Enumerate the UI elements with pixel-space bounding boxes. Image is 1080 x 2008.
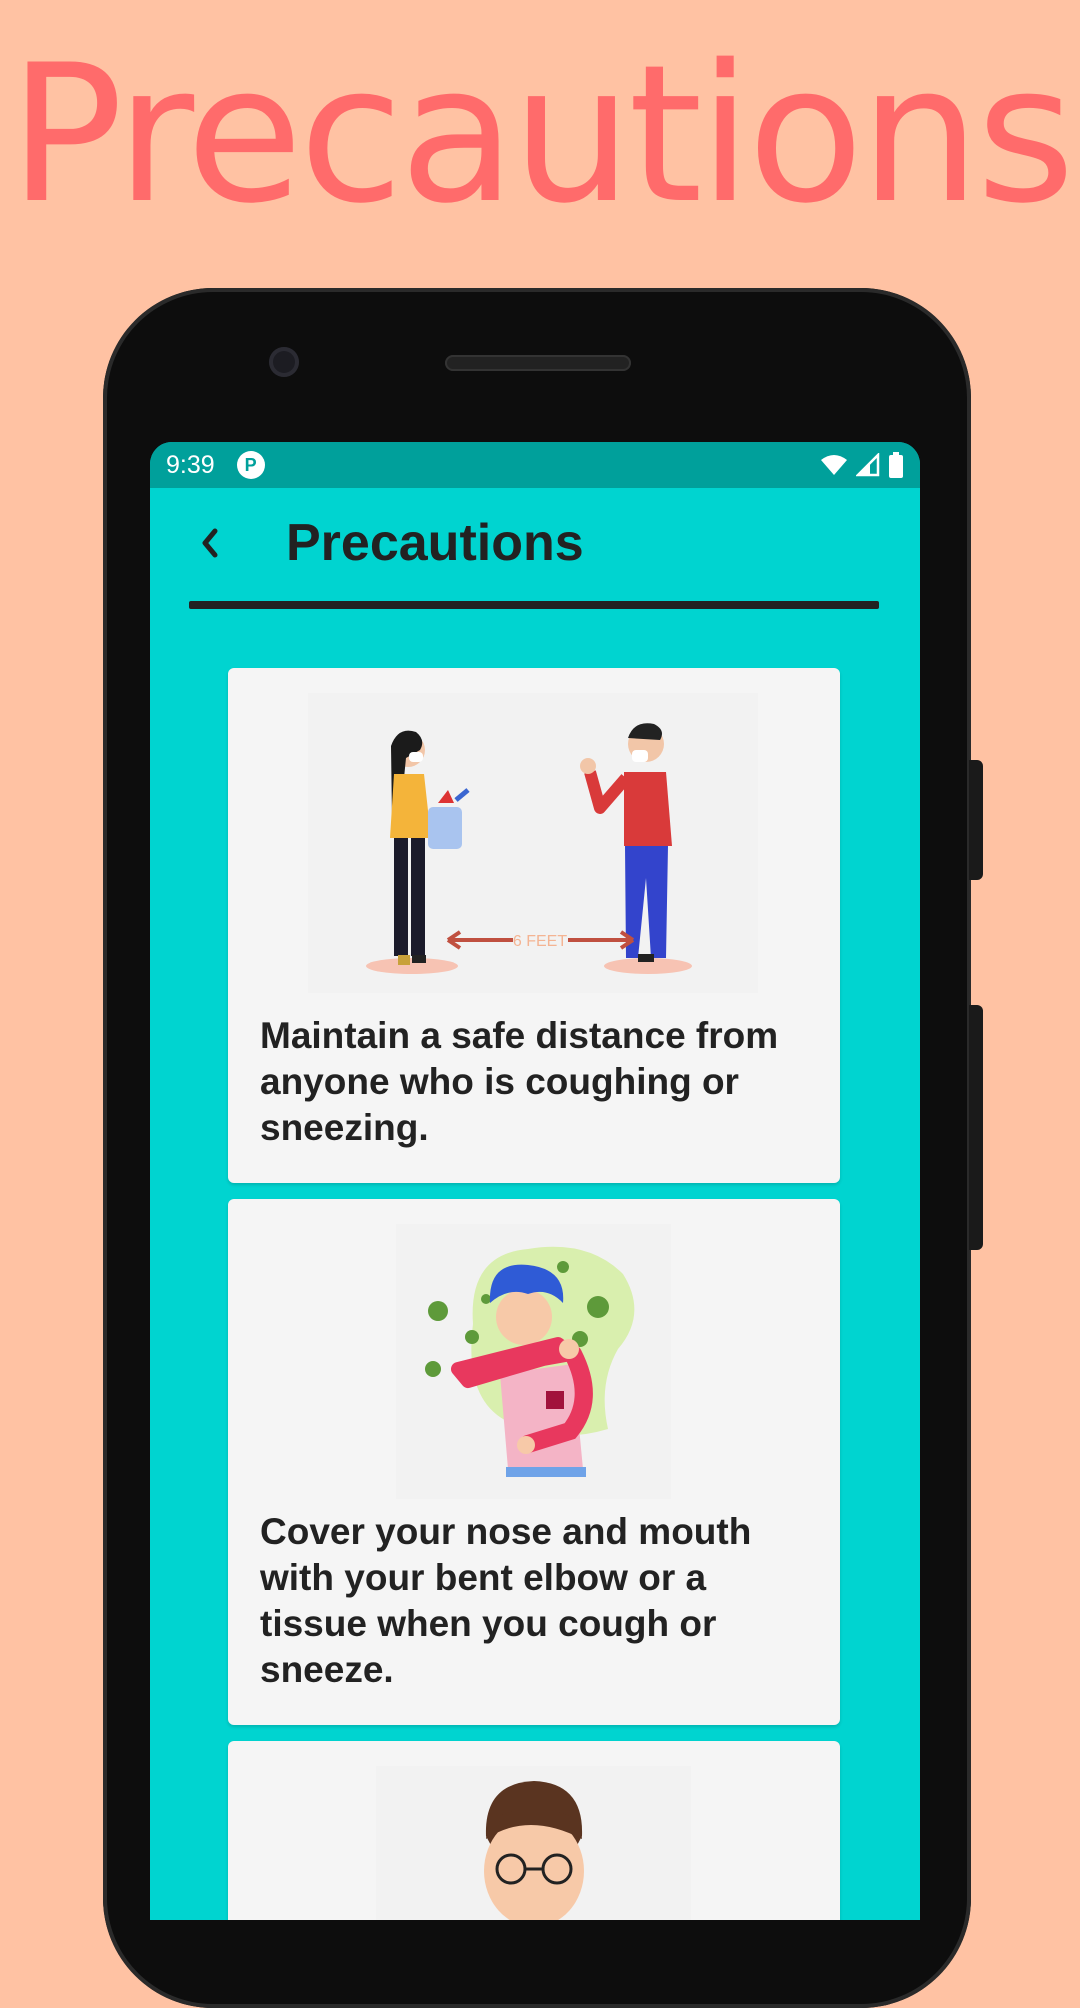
promo-title: Precautions xyxy=(8,24,1075,245)
battery-icon xyxy=(889,452,903,478)
toolbar: Precautions xyxy=(150,488,920,598)
precaution-card-cough[interactable]: Cover your nose and mouth with your bent… xyxy=(228,1199,840,1725)
back-button[interactable] xyxy=(180,513,240,573)
precaution-card-distance[interactable]: 6 FEET Maintain a safe distance from any… xyxy=(228,668,840,1183)
precaution-card-face[interactable] xyxy=(228,1741,840,1920)
power-button xyxy=(969,760,983,880)
card-text: Maintain a safe distance from anyone who… xyxy=(260,1015,779,1148)
chevron-left-icon xyxy=(202,528,218,558)
volume-button xyxy=(969,1005,983,1250)
app-notification-icon: P xyxy=(236,451,265,479)
header-divider xyxy=(189,601,879,609)
face-illustration xyxy=(228,1741,840,1920)
precautions-list: 6 FEET Maintain a safe distance from any… xyxy=(228,668,840,1920)
page-title: Precautions xyxy=(286,514,584,572)
wifi-icon xyxy=(821,455,847,475)
distance-illustration: 6 FEET xyxy=(228,668,840,1003)
status-bar: 9:39 P xyxy=(150,442,920,488)
cough-illustration xyxy=(228,1199,840,1499)
distance-label: 6 FEET xyxy=(513,933,567,950)
cellular-signal-icon xyxy=(856,453,880,477)
phone-screen: 9:39 P Precautions 6 FEET Maintain a saf… xyxy=(150,442,920,1920)
earpiece-speaker xyxy=(445,355,631,371)
card-text: Cover your nose and mouth with your bent… xyxy=(260,1511,752,1690)
front-camera xyxy=(269,347,299,377)
status-time: 9:39 xyxy=(166,450,215,479)
